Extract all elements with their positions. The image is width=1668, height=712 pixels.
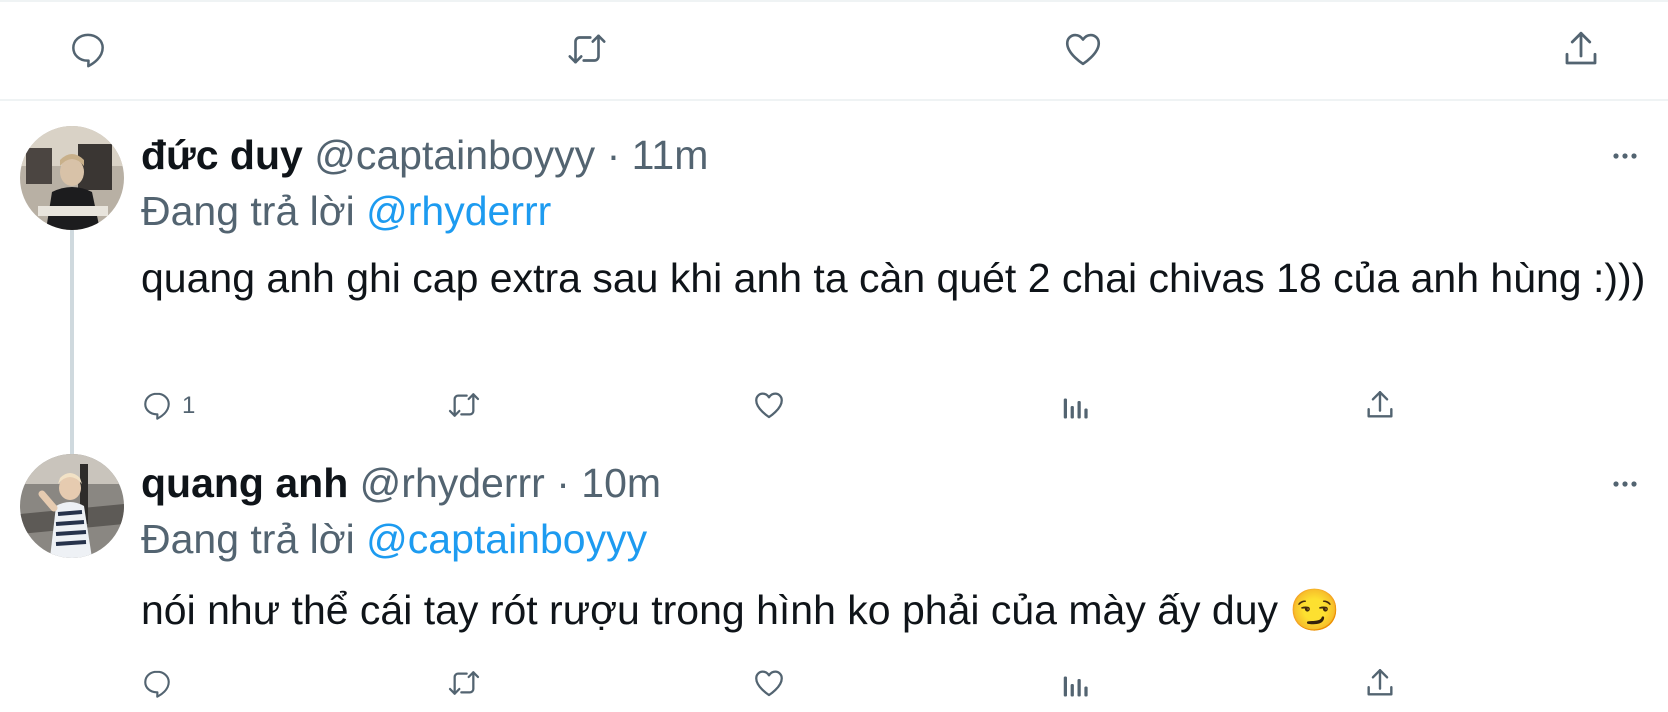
user-handle[interactable]: @rhyderrr [360,460,545,506]
replying-to-line: Đang trả lời @captainboyyy [141,514,647,564]
replying-to-line: Đang trả lời @rhyderrr [141,186,551,236]
main-tweet-action-bar [0,0,1668,100]
reply-icon[interactable] [68,29,108,69]
display-name[interactable]: quang anh [141,460,348,506]
retweet-icon[interactable] [445,667,483,699]
user-handle[interactable]: @captainboyyy [314,132,595,178]
views-icon[interactable] [1060,390,1090,422]
views-icon[interactable] [1060,668,1090,700]
like-icon[interactable] [1062,28,1104,70]
tweet-header: đức duy @captainboyyy · 11m [141,130,708,180]
more-icon[interactable] [1612,471,1638,497]
tweet-text: nói như thể cái tay rót rượu trong hình … [141,587,1341,633]
timestamp[interactable]: 10m [581,460,661,506]
avatar[interactable] [20,454,124,558]
replying-to-label: Đang trả lời [141,516,355,562]
thread-connector-line [70,230,74,455]
tweet-text: quang anh ghi cap extra sau khi anh ta c… [141,255,1646,301]
reply-count: 1 [182,392,196,419]
share-icon[interactable] [1560,28,1602,70]
more-icon[interactable] [1612,143,1638,169]
replying-to-mention[interactable]: @captainboyyy [366,516,647,562]
retweet-icon[interactable] [445,389,483,421]
replying-to-label: Đang trả lời [141,188,355,234]
reply-icon[interactable] [141,389,173,421]
tweet-header: quang anh @rhyderrr · 10m [141,458,661,508]
replying-to-mention[interactable]: @rhyderrr [366,188,551,234]
reply-icon[interactable] [141,667,173,699]
timestamp[interactable]: 11m [632,132,709,178]
like-icon[interactable] [752,388,786,422]
share-icon[interactable] [1363,388,1397,422]
avatar[interactable] [20,126,124,230]
like-icon[interactable] [752,666,786,700]
share-icon[interactable] [1363,666,1397,700]
separator-dot: · [606,132,621,178]
separator-dot: · [556,460,570,506]
section-divider [0,99,1668,101]
retweet-icon[interactable] [564,29,610,69]
display-name[interactable]: đức duy [141,132,303,178]
